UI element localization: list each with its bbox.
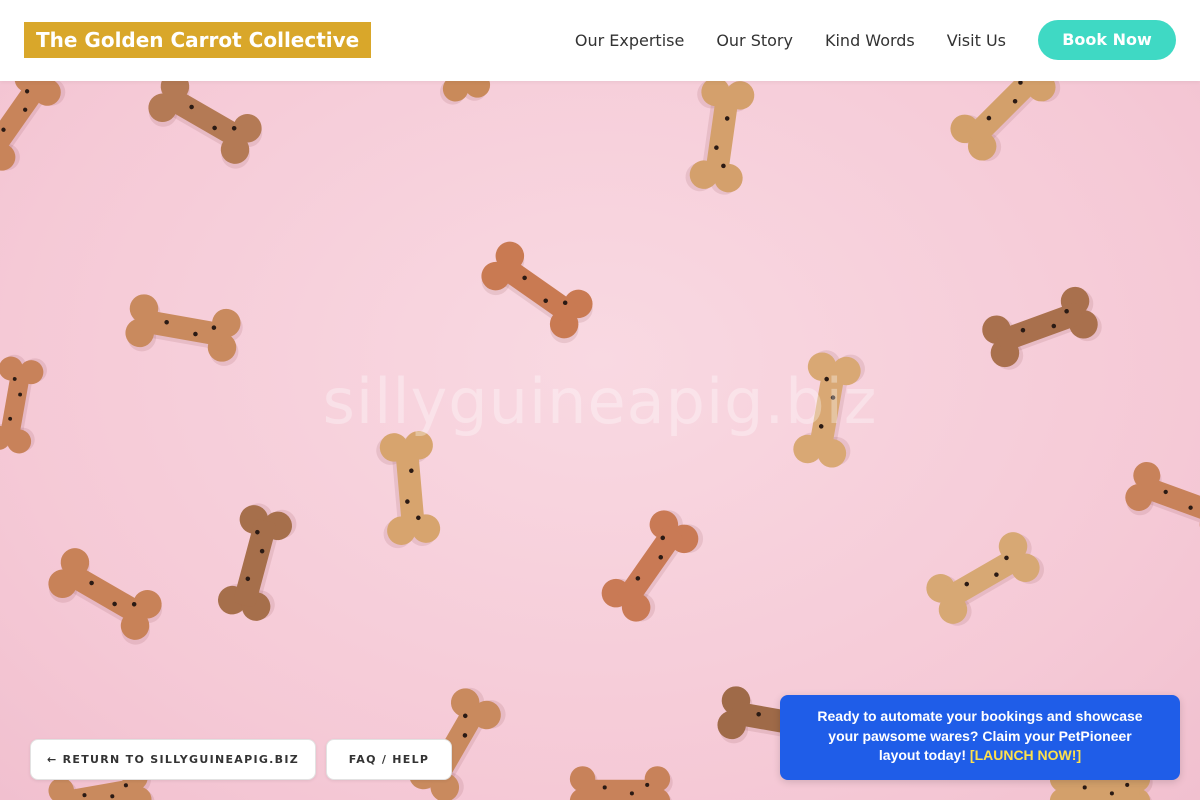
site-logo[interactable]: The Golden Carrot Collective: [24, 22, 372, 58]
bone-treat: [921, 526, 1050, 631]
bone-treat: [123, 292, 245, 369]
bone-treat: [596, 504, 709, 628]
nav-link-kind-words[interactable]: Kind Words: [825, 31, 915, 50]
hero-background: sillyguineapig.biz: [0, 0, 1200, 800]
bone-treat: [143, 66, 268, 174]
faq-help-button[interactable]: FAQ / HELP: [326, 739, 452, 780]
promo-banner: Ready to automate your bookings and show…: [780, 695, 1180, 780]
bone-treat: [214, 500, 300, 625]
nav-link-our-story[interactable]: Our Story: [716, 31, 793, 50]
return-to-site-button[interactable]: ← RETURN TO SILLYGUINEAPIG.BIZ: [30, 739, 316, 780]
nav-link-our-expertise[interactable]: Our Expertise: [575, 31, 684, 50]
main-nav: Our Expertise Our Story Kind Words Visit…: [575, 0, 1006, 81]
bone-treat: [978, 282, 1106, 374]
bone-treat: [683, 75, 757, 197]
watermark-text: sillyguineapig.biz: [322, 365, 878, 438]
bone-treat: [43, 542, 168, 650]
launch-now-link[interactable]: [LAUNCH NOW!]: [970, 747, 1081, 763]
bone-treat: [569, 766, 673, 800]
book-now-button[interactable]: Book Now: [1038, 20, 1176, 60]
bone-treat: [375, 429, 442, 550]
nav-link-visit-us[interactable]: Visit Us: [947, 31, 1006, 50]
site-header: The Golden Carrot Collective Our Experti…: [0, 0, 1200, 81]
bone-treat: [475, 236, 599, 349]
bone-treat: [1121, 458, 1200, 547]
